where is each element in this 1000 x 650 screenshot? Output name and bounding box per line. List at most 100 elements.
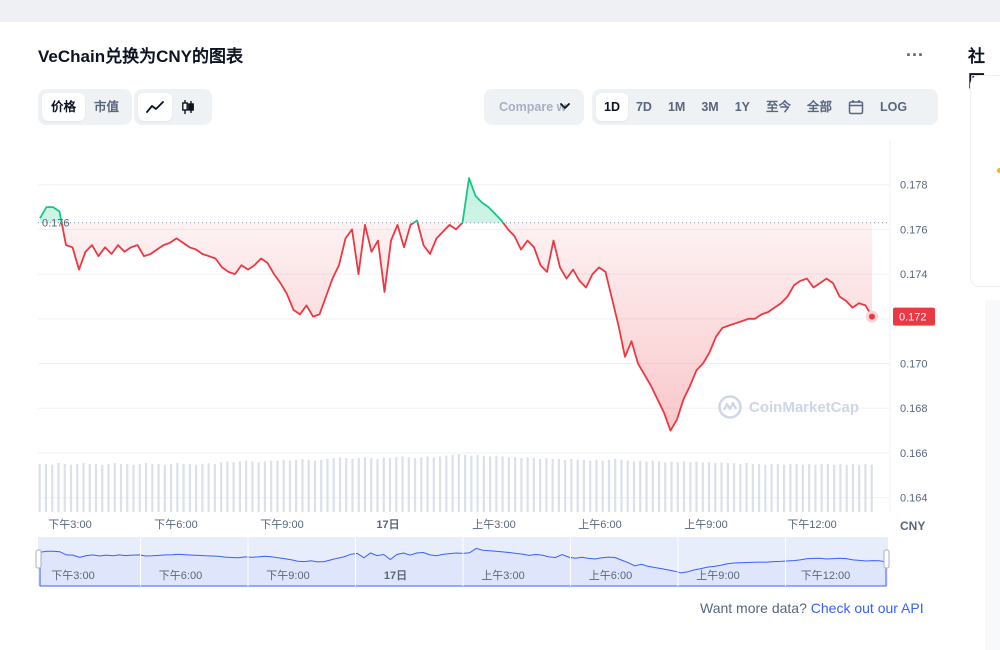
volume-bar — [213, 463, 216, 512]
navigator-tick-label: 下午3:00 — [51, 569, 94, 582]
volume-bar — [232, 462, 235, 512]
x-axis: 下午3:00 下午6:00 下午9:00 17日 上午3:00 上午6:00 上午9:00 下… — [48, 518, 836, 531]
navigator-right-handle[interactable] — [883, 549, 890, 569]
volume-bar — [401, 456, 404, 512]
volume-bar — [682, 461, 686, 512]
price-area-below — [61, 222, 872, 431]
x-tick-label: 下午12:00 — [787, 518, 837, 531]
volume-bar — [395, 457, 398, 512]
volume-bar — [388, 458, 392, 512]
volume-bar — [207, 463, 210, 512]
volume-bar — [320, 459, 323, 512]
navigator-tick-label: 上午9:00 — [696, 569, 739, 582]
volume-bar — [570, 458, 573, 512]
volume-bar — [789, 463, 792, 512]
volume-bar — [820, 463, 823, 512]
navigator-left-handle[interactable] — [35, 549, 42, 569]
volume-bar — [657, 461, 661, 512]
y-tick-label: 0.174 — [900, 269, 928, 281]
range-7d[interactable]: 7D — [628, 93, 660, 121]
open-price-label: 0.176 — [42, 218, 70, 230]
volume-bar — [126, 463, 129, 512]
volume-bar — [614, 458, 617, 512]
more-options-button[interactable]: ... — [906, 40, 924, 61]
range-1m[interactable]: 1M — [660, 93, 693, 121]
volume-bar — [776, 463, 779, 512]
range-1d[interactable]: 1D — [596, 93, 628, 121]
range-log[interactable]: LOG — [872, 93, 915, 121]
volume-bar — [670, 461, 673, 512]
volume-bar — [338, 457, 342, 512]
tab-price[interactable]: 价格 — [42, 93, 86, 121]
x-tick-label: 下午6:00 — [154, 518, 197, 531]
navigator-tick-label: 上午3:00 — [481, 569, 524, 582]
range-ytd[interactable]: 至今 — [758, 93, 799, 121]
volume-bar — [119, 463, 123, 512]
volume-bar — [839, 463, 842, 512]
calendar-icon — [848, 100, 864, 115]
volume-bar — [470, 455, 473, 512]
volume-bar — [69, 464, 73, 512]
volume-bar — [526, 457, 529, 512]
volume-bar — [426, 456, 429, 512]
date-picker-button[interactable] — [840, 93, 872, 121]
candlestick-button[interactable] — [172, 93, 204, 121]
api-link[interactable]: Check out our API — [811, 600, 924, 616]
page-title: VeChain兑换为CNY的图表 — [38, 47, 243, 66]
watermark-text: CoinMarketCap — [749, 398, 860, 416]
volume-bar — [51, 464, 54, 512]
line-chart-button[interactable] — [138, 93, 172, 121]
compare-label: Compare w — [499, 100, 567, 114]
range-all[interactable]: 全部 — [799, 93, 840, 121]
y-tick-label: 0.170 — [900, 359, 928, 371]
volume-bar — [451, 454, 454, 512]
volume-bar — [463, 454, 467, 512]
volume-bar — [226, 461, 229, 512]
volume-bar — [532, 458, 535, 512]
volume-bar — [507, 457, 510, 512]
volume-bar — [720, 462, 723, 512]
y-tick-label: 0.178 — [900, 180, 928, 192]
range-1y[interactable]: 1Y — [727, 93, 758, 121]
volume-bar — [363, 457, 367, 512]
volume-bar — [595, 459, 598, 512]
volume-bar — [326, 458, 329, 512]
price-chart[interactable]: 0.178 0.176 0.174 0.172 0.170 0.168 0.166 0.164… — [0, 130, 940, 600]
range-3m[interactable]: 3M — [693, 93, 726, 121]
range-navigator[interactable]: 下午3:00 下午6:00 下午9:00 17日 上午3:00 上午6:00 上午9:00 下… — [32, 537, 890, 587]
volume-bar — [38, 463, 41, 512]
volume-bar — [626, 460, 629, 512]
volume-bar — [138, 463, 141, 512]
top-bar — [0, 0, 1000, 22]
coinmarketcap-logo-icon — [718, 395, 742, 419]
volume-bar — [489, 456, 492, 512]
x-tick-label: 上午9:00 — [684, 518, 727, 531]
volume-bar — [739, 463, 742, 512]
y-tick-label: 0.164 — [900, 493, 928, 505]
volume-bar — [476, 454, 479, 512]
x-tick-label: 下午9:00 — [260, 518, 303, 531]
volume-bar — [351, 458, 354, 512]
volume-bar — [601, 460, 604, 512]
volume-bar — [701, 462, 704, 512]
footer-note: Want more data? Check out our API — [700, 600, 924, 616]
volume-bar — [639, 460, 642, 512]
volume-bar — [382, 457, 385, 512]
volume-bar — [63, 463, 66, 512]
volume-bar — [870, 464, 873, 512]
volume-bar — [864, 463, 867, 512]
volume-bar — [589, 460, 592, 512]
volume-bar — [420, 457, 423, 512]
y-tick-label: 0.168 — [900, 403, 928, 415]
volume-bar — [764, 464, 767, 512]
volume-bar — [607, 459, 611, 512]
volume-bar — [445, 455, 448, 512]
compare-select[interactable]: Compare w — [484, 89, 584, 125]
volume-bar — [144, 463, 148, 512]
volume-bar — [714, 463, 717, 512]
volume-bar — [94, 463, 98, 512]
tab-market-cap[interactable]: 市值 — [85, 93, 128, 121]
volume-bar — [132, 464, 135, 512]
watermark: CoinMarketCap — [717, 394, 859, 420]
volume-bar — [707, 462, 711, 512]
